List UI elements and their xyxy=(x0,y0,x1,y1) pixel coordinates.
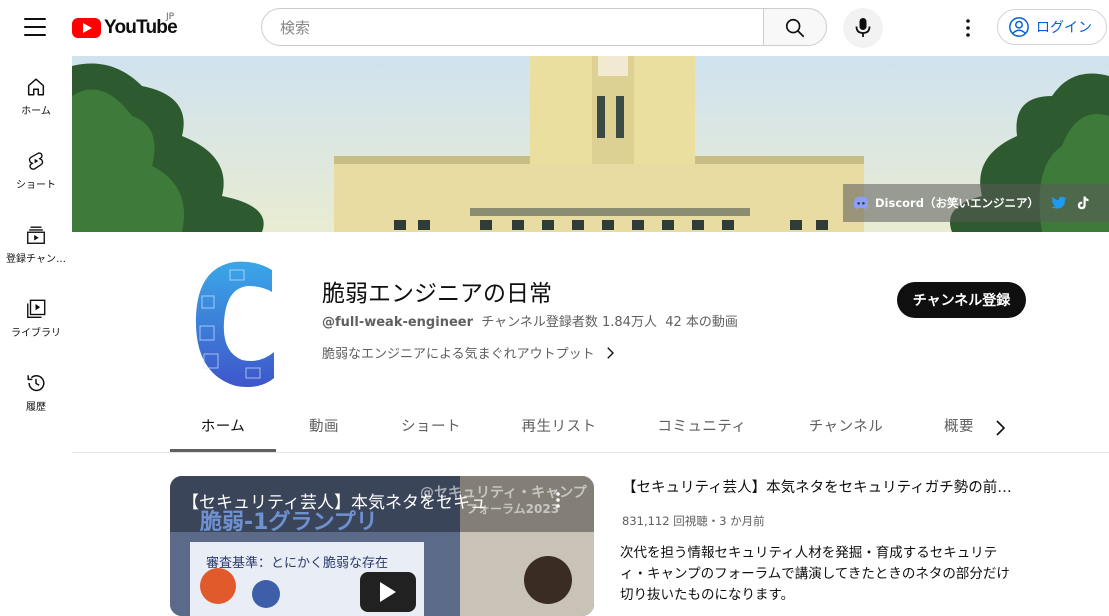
guide-label: 履歴 xyxy=(26,402,46,413)
subscribe-button[interactable]: チャンネル登録 xyxy=(897,282,1026,318)
guide-label: ショート xyxy=(16,180,56,191)
library-icon xyxy=(27,299,46,318)
channel-banner: Discord（お笑いエンジニア） xyxy=(72,56,1109,232)
kebab-menu-icon xyxy=(966,19,970,37)
account-icon xyxy=(1009,17,1029,37)
channel-tabs: ホーム 動画 ショート 再生リスト コミュニティ チャンネル 概要 xyxy=(72,404,1109,453)
featured-video-description: 次代を担う情報セキュリティ人材を発掘・育成するセキュリティ・キャンプのフォーラム… xyxy=(620,545,1010,603)
guide-item-history[interactable]: 履歴 xyxy=(0,352,72,426)
tabs-next-button[interactable] xyxy=(988,416,1012,440)
guide-item-library[interactable]: ライブラリ xyxy=(0,278,72,352)
guide-label: ライブラリ xyxy=(11,328,61,339)
featured-video-meta: 831,112 回視聴・3 か月前 xyxy=(622,514,765,528)
search-input[interactable] xyxy=(278,9,742,47)
channel-description[interactable]: 脆弱なエンジニアによる気まぐれアウトプット xyxy=(322,343,619,362)
tab-channels[interactable]: チャンネル xyxy=(792,404,900,452)
history-icon xyxy=(27,375,45,392)
discord-link[interactable]: Discord（お笑いエンジニア） xyxy=(875,195,1039,211)
banner-links: Discord（お笑いエンジニア） xyxy=(843,184,1109,222)
chevron-right-icon xyxy=(996,420,1006,436)
menu-icon[interactable] xyxy=(24,18,46,36)
youtube-play-icon xyxy=(72,18,101,38)
channel-handle: @full-weak-engineer xyxy=(322,315,473,330)
microphone-icon xyxy=(855,18,871,37)
channel-avatar[interactable] xyxy=(186,256,282,392)
twitter-icon[interactable] xyxy=(1050,196,1067,210)
discord-icon[interactable] xyxy=(853,196,869,210)
subscriptions-icon xyxy=(27,226,45,244)
tiktok-icon[interactable] xyxy=(1077,196,1089,210)
login-label: ログイン xyxy=(1036,20,1092,36)
shorts-icon xyxy=(28,152,44,170)
featured-video-title[interactable]: 【セキュリティ芸人】本気ネタをセキュリティガチ勢の前で… xyxy=(622,476,1022,497)
region-code: JP xyxy=(166,12,175,22)
video-count: 42 本の動画 xyxy=(665,315,738,330)
mini-guide: ホーム ショート 登録チャン… ライブラリ 履歴 xyxy=(0,56,72,600)
tab-shorts[interactable]: ショート xyxy=(382,404,480,452)
thumbnail-subheadline: 審査基準：とにかく脆弱な存在 xyxy=(206,556,389,571)
guide-label: ホーム xyxy=(21,106,51,117)
chevron-right-icon xyxy=(606,346,614,359)
guide-item-subscriptions[interactable]: 登録チャン… xyxy=(0,204,72,278)
login-button[interactable]: ログイン xyxy=(997,9,1107,45)
masthead: YouTube JP ログイン xyxy=(0,0,1109,56)
more-options-button[interactable] xyxy=(954,14,982,42)
tab-community[interactable]: コミュニティ xyxy=(640,404,764,452)
search-box xyxy=(261,8,763,47)
subscriber-count: チャンネル登録者数 1.84万人 xyxy=(481,315,657,330)
tab-home[interactable]: ホーム xyxy=(170,404,276,452)
tab-about[interactable]: 概要 xyxy=(934,404,984,452)
voice-search-button[interactable] xyxy=(843,8,883,48)
guide-item-home[interactable]: ホーム xyxy=(0,56,72,130)
tab-videos[interactable]: 動画 xyxy=(290,404,358,452)
channel-meta: @full-weak-engineer チャンネル登録者数 1.84万人 42 … xyxy=(322,311,738,330)
kebab-menu-icon[interactable] xyxy=(550,490,566,510)
search-icon xyxy=(785,18,805,38)
guide-label: 登録チャン… xyxy=(6,254,66,265)
youtube-logo[interactable]: YouTube xyxy=(72,16,178,40)
featured-video-player[interactable]: @セキュリティ・キャンプ フォーラム2023 脆弱-1グランプリ 審査基準：とに… xyxy=(170,476,594,616)
home-icon xyxy=(27,78,45,96)
search-button[interactable] xyxy=(763,8,827,46)
tab-playlists[interactable]: 再生リスト xyxy=(504,404,614,452)
player-overlay-title: 【セキュリティ芸人】本気ネタをセキュ xyxy=(182,493,487,513)
guide-item-shorts[interactable]: ショート xyxy=(0,130,72,204)
channel-name: 脆弱エンジニアの日常 xyxy=(322,281,552,307)
channel-description-text: 脆弱なエンジニアによる気まぐれアウトプット xyxy=(322,347,595,362)
channel-logo-image xyxy=(195,261,274,387)
